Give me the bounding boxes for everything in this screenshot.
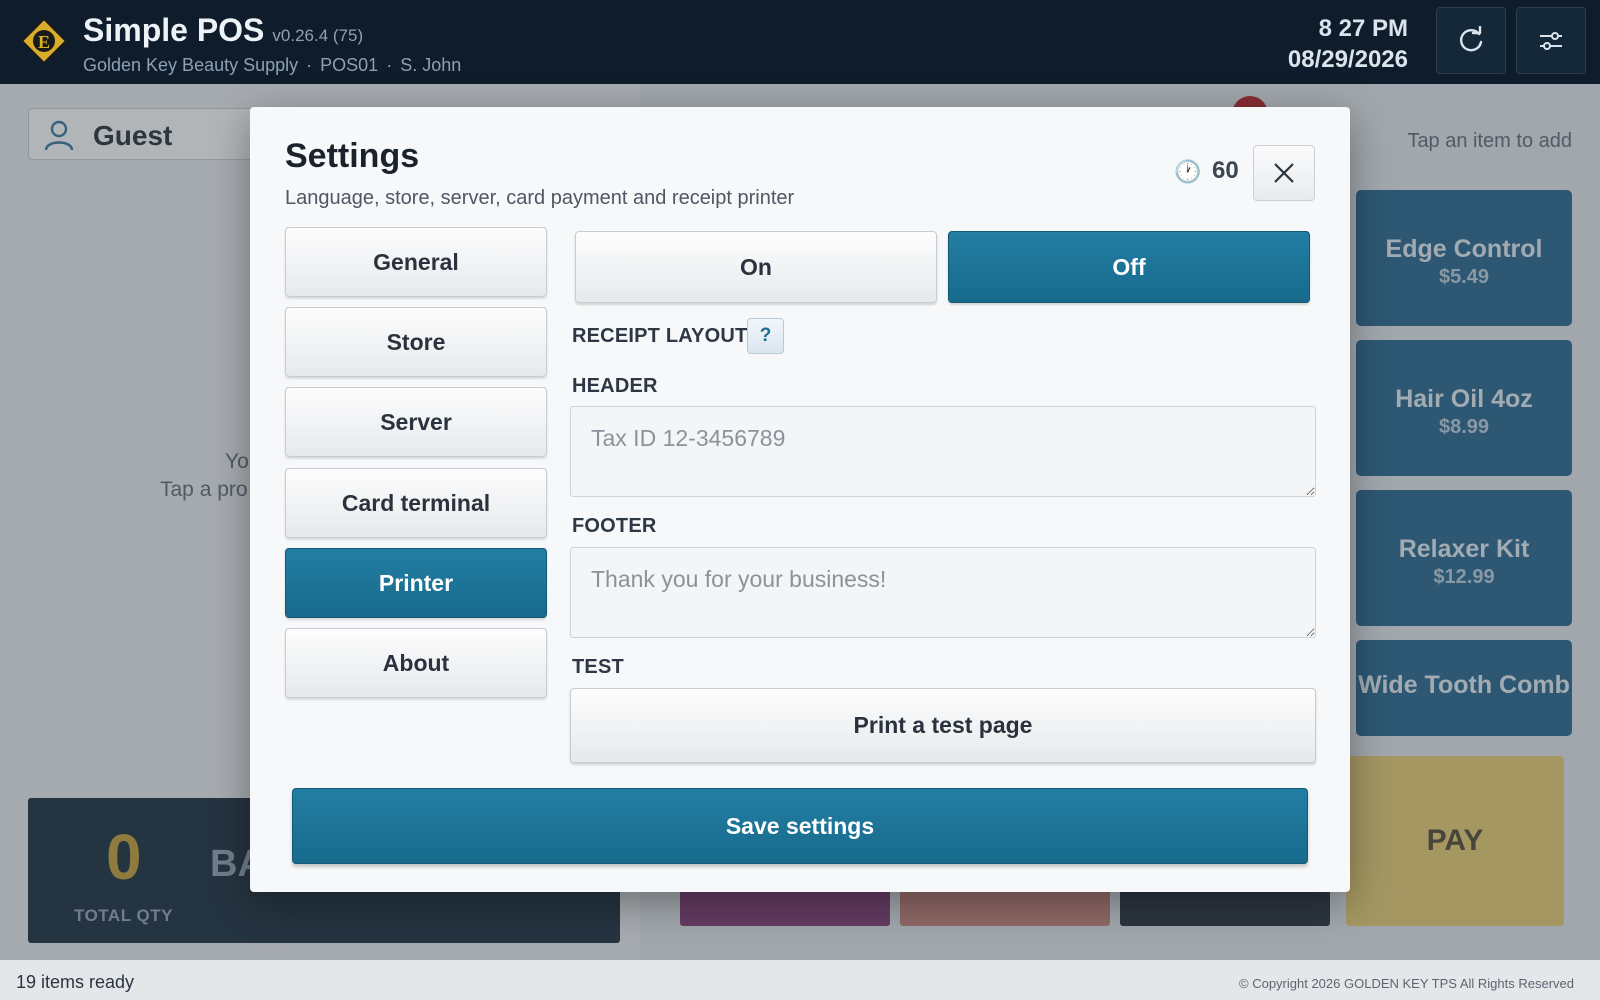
sliders-icon xyxy=(1540,31,1562,50)
clock-icon: 🕐 xyxy=(1174,159,1202,184)
tab-about[interactable]: About xyxy=(285,628,547,698)
clock: 8 27 PM 08/29/2026 xyxy=(1288,13,1408,75)
app-name: Simple POS xyxy=(83,12,265,48)
printer-on-button[interactable]: On xyxy=(575,231,937,303)
app-title: Simple POS v0.26.4 (75) xyxy=(83,12,363,49)
print-test-page-button[interactable]: Print a test page xyxy=(570,688,1316,763)
app-version: v0.26.4 (75) xyxy=(272,26,364,45)
footer-label: FOOTER xyxy=(572,515,657,537)
test-label: TEST xyxy=(572,656,624,678)
receipt-footer-field[interactable] xyxy=(570,547,1316,638)
receipt-layout-label: RECEIPT LAYOUT xyxy=(572,325,748,347)
register-id: POS01 xyxy=(320,55,379,75)
tab-general[interactable]: General xyxy=(285,227,547,297)
store-info: Golden Key Beauty Supply · POS01 · S. John xyxy=(83,55,461,76)
close-icon xyxy=(1274,163,1294,183)
separator: · xyxy=(306,55,313,75)
copyright: © Copyright 2026 GOLDEN KEY TPS All Righ… xyxy=(1239,976,1574,991)
clock-time: 8 27 PM xyxy=(1318,15,1408,42)
svg-text:E: E xyxy=(38,32,50,52)
modal-title: Settings xyxy=(285,137,420,175)
receipt-layout-help-button[interactable]: ? xyxy=(747,318,784,354)
separator: · xyxy=(386,55,393,75)
tab-printer[interactable]: Printer xyxy=(285,548,547,618)
header-label: HEADER xyxy=(572,375,658,397)
refresh-icon xyxy=(1460,25,1483,51)
settings-modal: Settings Language, store, server, card p… xyxy=(250,107,1350,892)
golden-key-logo-icon: E xyxy=(21,18,67,64)
refresh-button[interactable] xyxy=(1436,7,1506,74)
printer-off-button[interactable]: Off xyxy=(948,231,1310,303)
close-button[interactable] xyxy=(1253,145,1315,201)
top-bar: E Simple POS v0.26.4 (75) Golden Key Beau… xyxy=(0,0,1600,84)
tab-store[interactable]: Store xyxy=(285,307,547,377)
tab-card-terminal[interactable]: Card terminal xyxy=(285,468,547,538)
store-name: Golden Key Beauty Supply xyxy=(83,55,299,75)
cashier-name: S. John xyxy=(400,55,462,75)
save-settings-button[interactable]: Save settings xyxy=(292,788,1308,864)
tab-server[interactable]: Server xyxy=(285,387,547,457)
status-left: 19 items ready xyxy=(16,972,135,992)
auto-close-timer: 60 xyxy=(1212,157,1239,184)
modal-subtitle: Language, store, server, card payment an… xyxy=(285,187,795,209)
receipt-header-field[interactable] xyxy=(570,406,1316,497)
settings-button[interactable] xyxy=(1516,7,1586,74)
clock-date: 08/29/2026 xyxy=(1287,46,1408,73)
